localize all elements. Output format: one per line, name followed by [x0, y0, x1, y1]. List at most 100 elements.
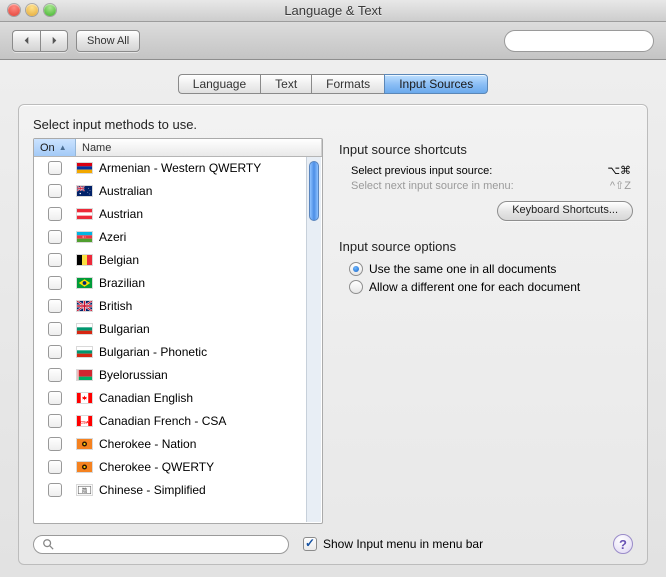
row-checkbox-cell — [34, 161, 76, 175]
search-icon — [42, 538, 54, 550]
table-row[interactable]: Armenian - Western QWERTY — [34, 157, 322, 180]
table-row[interactable]: Austrian — [34, 203, 322, 226]
table-row[interactable]: Azeri — [34, 226, 322, 249]
checkbox-icon[interactable] — [48, 184, 62, 198]
row-name-cell: Canadian English — [76, 391, 318, 405]
checkbox-icon[interactable] — [48, 207, 62, 221]
svg-text:简: 简 — [82, 486, 88, 494]
filter-search-input[interactable] — [59, 537, 280, 551]
row-label: Bulgarian — [99, 322, 150, 336]
forward-button[interactable] — [40, 30, 68, 52]
flag-icon — [76, 346, 93, 358]
flag-icon — [76, 162, 93, 174]
shortcuts-heading: Input source shortcuts — [339, 142, 633, 157]
table-row[interactable]: Bulgarian — [34, 318, 322, 341]
scrollbar[interactable] — [306, 157, 321, 522]
tab-text[interactable]: Text — [260, 74, 311, 94]
table-row[interactable]: Belgian — [34, 249, 322, 272]
row-label: Cherokee - Nation — [99, 437, 196, 451]
flag-icon — [76, 277, 93, 289]
table-row[interactable]: 简Chinese - Simplified — [34, 479, 322, 502]
show-input-menu[interactable]: Show Input menu in menu bar — [303, 537, 483, 551]
row-checkbox-cell — [34, 368, 76, 382]
nav-back-forward — [12, 30, 68, 52]
row-label: Byelorussian — [99, 368, 168, 382]
checkbox-icon[interactable] — [48, 230, 62, 244]
row-name-cell: CSACanadian French - CSA — [76, 414, 318, 428]
zoom-icon[interactable] — [44, 4, 56, 16]
shortcut-prev-key: ⌥⌘ — [607, 164, 631, 177]
titlebar: Language & Text — [0, 0, 666, 22]
help-button[interactable]: ? — [613, 534, 633, 554]
flag-icon — [76, 369, 93, 381]
filter-search[interactable] — [33, 535, 289, 554]
checkbox-icon[interactable] — [48, 414, 62, 428]
col-on-label: On — [40, 142, 55, 154]
shortcut-next-key: ^⇧Z — [610, 179, 631, 192]
row-label: Brazilian — [99, 276, 145, 290]
row-checkbox-cell — [34, 460, 76, 474]
checkbox-icon[interactable] — [48, 460, 62, 474]
flag-icon — [76, 392, 93, 404]
content: Language Text Formats Input Sources Sele… — [0, 60, 666, 577]
toolbar-search[interactable] — [504, 30, 654, 52]
back-button[interactable] — [12, 30, 40, 52]
row-checkbox-cell — [34, 230, 76, 244]
flag-icon — [76, 300, 93, 312]
checkbox-icon[interactable] — [48, 368, 62, 382]
table-row[interactable]: British — [34, 295, 322, 318]
shortcut-prev-row: Select previous input source: ⌥⌘ — [349, 163, 633, 178]
checkbox-icon — [303, 537, 317, 551]
shortcut-next-label: Select next input source in menu: — [351, 180, 610, 192]
option-same-label: Use the same one in all documents — [369, 262, 556, 276]
row-label: Belgian — [99, 253, 139, 267]
table-row[interactable]: Cherokee - Nation — [34, 433, 322, 456]
checkbox-icon[interactable] — [48, 161, 62, 175]
checkbox-icon[interactable] — [48, 253, 62, 267]
window-title: Language & Text — [284, 3, 381, 18]
row-name-cell: Brazilian — [76, 276, 318, 290]
flag-icon: 简 — [76, 484, 93, 496]
col-name[interactable]: Name — [76, 139, 322, 156]
option-diff-document[interactable]: Allow a different one for each document — [349, 278, 633, 296]
traffic-lights — [8, 4, 56, 16]
checkbox-icon[interactable] — [48, 483, 62, 497]
checkbox-icon[interactable] — [48, 345, 62, 359]
table-row[interactable]: CSACanadian French - CSA — [34, 410, 322, 433]
toolbar-search-input[interactable] — [518, 34, 664, 48]
row-label: Bulgarian - Phonetic — [99, 345, 207, 359]
row-name-cell: Australian — [76, 184, 318, 198]
checkbox-icon[interactable] — [48, 299, 62, 313]
table-row[interactable]: Brazilian — [34, 272, 322, 295]
shortcut-next-row: Select next input source in menu: ^⇧Z — [349, 178, 633, 193]
scroll-thumb[interactable] — [309, 161, 319, 221]
flag-icon — [76, 208, 93, 220]
checkbox-icon[interactable] — [48, 437, 62, 451]
panel: Select input methods to use. On ▲ Name A… — [18, 104, 648, 565]
flag-icon: CSA — [76, 415, 93, 427]
col-on[interactable]: On ▲ — [34, 139, 76, 156]
show-all-button[interactable]: Show All — [76, 30, 140, 52]
checkbox-icon[interactable] — [48, 276, 62, 290]
keyboard-shortcuts-button[interactable]: Keyboard Shortcuts... — [497, 201, 633, 221]
table-row[interactable]: Cherokee - QWERTY — [34, 456, 322, 479]
checkbox-icon[interactable] — [48, 322, 62, 336]
table-header: On ▲ Name — [34, 139, 322, 157]
checkbox-icon[interactable] — [48, 391, 62, 405]
table-row[interactable]: Bulgarian - Phonetic — [34, 341, 322, 364]
row-checkbox-cell — [34, 483, 76, 497]
option-same-document[interactable]: Use the same one in all documents — [349, 260, 633, 278]
tab-input-sources[interactable]: Input Sources — [384, 74, 488, 94]
flag-icon — [76, 254, 93, 266]
tab-formats[interactable]: Formats — [311, 74, 384, 94]
tab-language[interactable]: Language — [178, 74, 260, 94]
flag-icon — [76, 323, 93, 335]
table-row[interactable]: Byelorussian — [34, 364, 322, 387]
minimize-icon[interactable] — [26, 4, 38, 16]
close-icon[interactable] — [8, 4, 20, 16]
row-checkbox-cell — [34, 391, 76, 405]
row-checkbox-cell — [34, 437, 76, 451]
table-row[interactable]: Canadian English — [34, 387, 322, 410]
table-row[interactable]: Australian — [34, 180, 322, 203]
row-label: Canadian English — [99, 391, 193, 405]
